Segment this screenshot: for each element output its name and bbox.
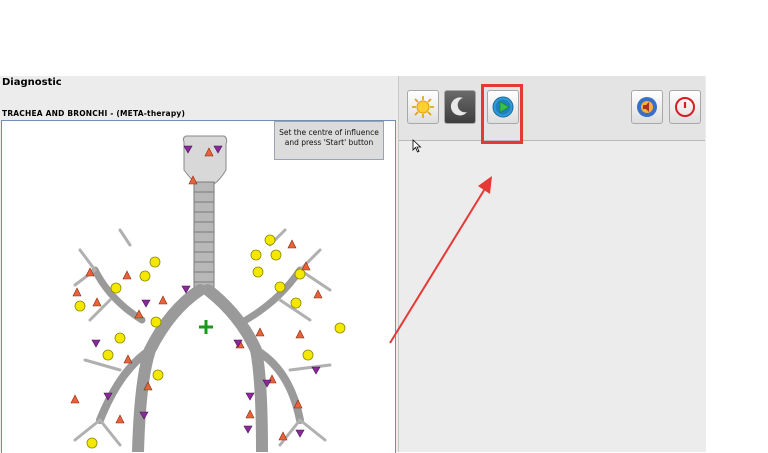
annotation-arrow bbox=[389, 176, 492, 344]
mouse-cursor-icon bbox=[412, 139, 422, 153]
